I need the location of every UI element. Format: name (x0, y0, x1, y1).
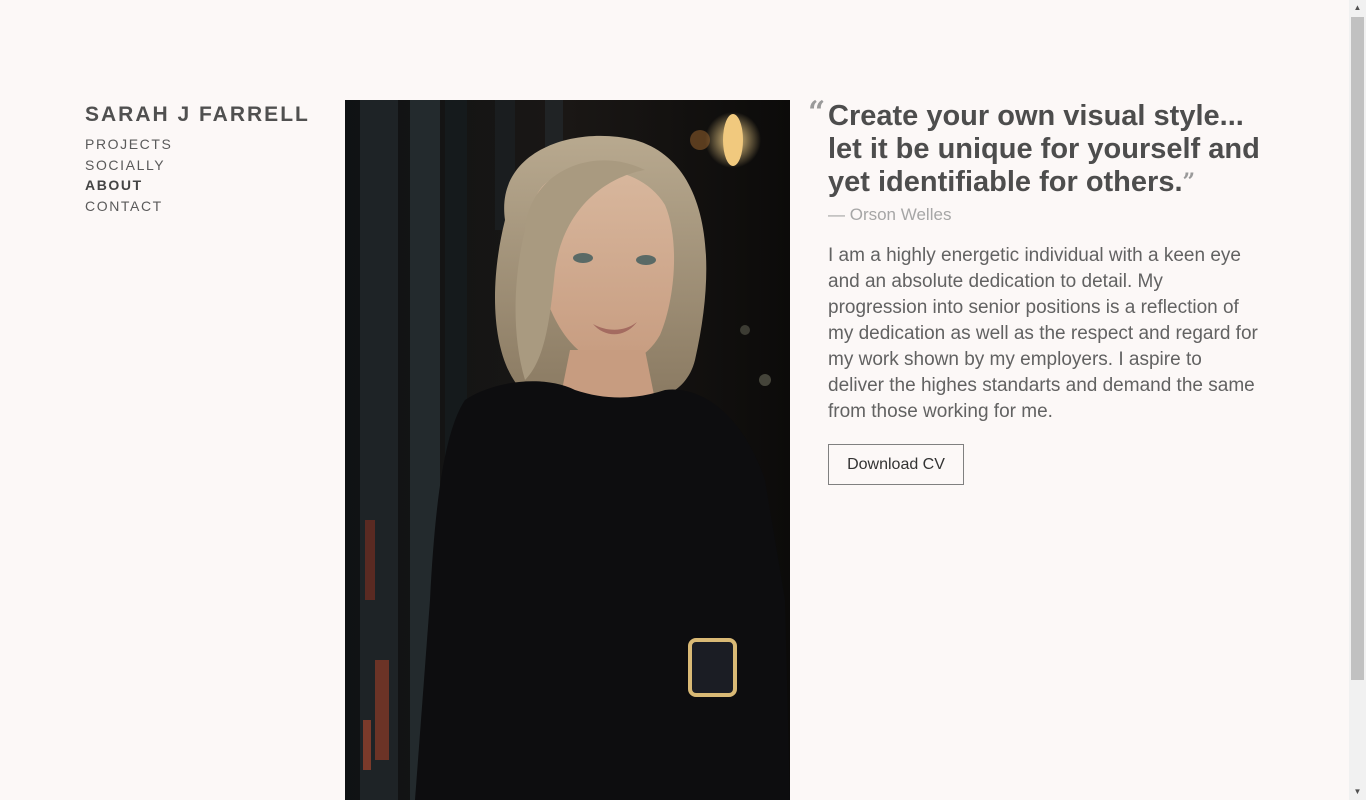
download-cv-button[interactable]: Download CV (828, 444, 964, 485)
quote-author: — Orson Welles (828, 205, 952, 224)
nav-item-about[interactable]: ABOUT (85, 175, 172, 196)
nav-item-projects[interactable]: PROJECTS (85, 134, 172, 155)
quote: Create your own visual style... let it b… (828, 100, 1268, 199)
scroll-down-icon[interactable]: ▼ (1349, 784, 1366, 800)
bio-text: I am a highly energetic individual with … (828, 245, 1258, 422)
scrollbar[interactable]: ▲ ▼ (1349, 0, 1366, 800)
site-title[interactable]: SARAH J FARRELL (85, 103, 310, 127)
main-nav: PROJECTS SOCIALLY ABOUT CONTACT (85, 134, 172, 216)
close-quote-icon: ” (1182, 169, 1196, 195)
open-quote-icon: “ (808, 95, 826, 130)
scroll-thumb[interactable] (1351, 17, 1364, 680)
nav-item-socially[interactable]: SOCIALLY (85, 155, 172, 176)
scroll-up-icon[interactable]: ▲ (1349, 0, 1366, 16)
portrait-photo (345, 100, 790, 800)
nav-item-contact[interactable]: CONTACT (85, 196, 172, 217)
page: SARAH J FARRELL PROJECTS SOCIALLY ABOUT … (0, 0, 1366, 800)
